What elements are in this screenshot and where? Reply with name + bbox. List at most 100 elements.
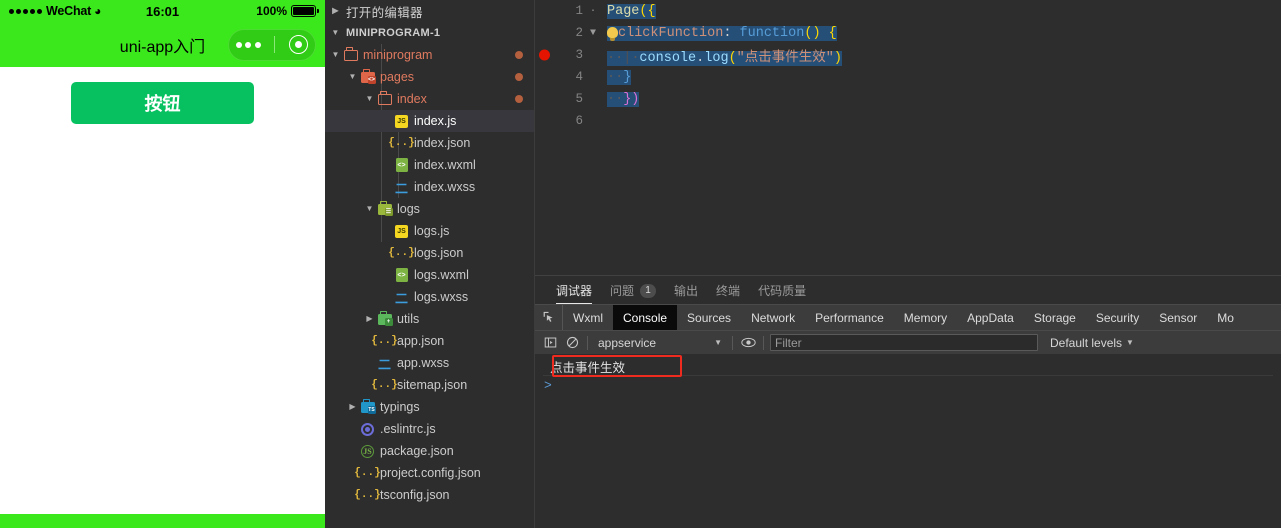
chevron-down-icon[interactable]: ▼ <box>363 205 376 213</box>
mini-program-navbar: uni-app入门 <box>0 22 325 67</box>
console-context-select[interactable]: appservice ▼ <box>592 336 728 350</box>
tree-item-index-wxss[interactable]: 二 index.wxss <box>325 176 534 198</box>
devtools-tab-wxml[interactable]: Wxml <box>563 305 613 330</box>
tree-item-logs-js[interactable]: JS logs.js <box>325 220 534 242</box>
chevron-right-icon[interactable]: ▶ <box>346 403 359 411</box>
target-circle-icon[interactable] <box>289 35 309 54</box>
project-root-section[interactable]: ▼ MINIPROGRAM-1 <box>325 22 534 44</box>
line-number: 2 <box>575 26 583 40</box>
chevron-right-icon[interactable]: ▶ <box>363 315 376 323</box>
more-dots-icon[interactable] <box>235 41 261 48</box>
carrier-info: WeChat ◕ <box>9 4 101 18</box>
page-action-button[interactable]: 按钮 <box>71 82 254 124</box>
wxss-file-icon: 二 <box>377 356 391 372</box>
devtools-tab-performance[interactable]: Performance <box>805 305 894 330</box>
console-log-levels-select[interactable]: Default levels ▼ <box>1050 336 1134 350</box>
panel-tab-label: 输出 <box>674 284 699 298</box>
panel-tab-1[interactable]: 问题 1 <box>601 282 665 304</box>
tree-item-sitemap-json[interactable]: {..} sitemap.json <box>325 374 534 396</box>
devtools-tab-storage[interactable]: Storage <box>1024 305 1086 330</box>
token-brace-open: { <box>828 25 837 41</box>
tree-item-logs-wxml[interactable]: <> logs.wxml <box>325 264 534 286</box>
modified-indicator-dot <box>515 51 523 59</box>
tree-item-index-js[interactable]: JS index.js <box>325 110 534 132</box>
folder-utils-icon: + <box>376 310 393 326</box>
tree-item-index[interactable]: ▼ index <box>325 88 534 110</box>
tree-item-label: logs <box>397 202 420 216</box>
devtools-tab-network[interactable]: Network <box>741 305 805 330</box>
chevron-down-icon[interactable]: ▼ <box>329 51 342 59</box>
line-number: 1 <box>575 4 583 18</box>
token-open-paren-brace: ({ <box>639 3 656 19</box>
wifi-icon: ◕ <box>94 4 102 18</box>
devtools-tab-sensor[interactable]: Sensor <box>1149 305 1207 330</box>
tree-item-label: index.wxss <box>414 180 476 194</box>
line-number: 5 <box>575 92 583 106</box>
tree-item-pages[interactable]: ▼ <> pages <box>325 66 534 88</box>
tree-item-index-json[interactable]: {..} index.json <box>325 132 534 154</box>
clear-console-icon[interactable] <box>561 331 583 354</box>
tree-item-typings[interactable]: ▶ TS typings <box>325 396 534 418</box>
devtools-tab-appdata[interactable]: AppData <box>957 305 1024 330</box>
chevron-right-icon[interactable]: ▶ <box>329 7 342 15</box>
open-editors-section[interactable]: ▶ 打开的编辑器 <box>325 0 534 22</box>
show-console-sidebar-icon[interactable] <box>539 331 561 354</box>
devtools-tab-mo[interactable]: Mo <box>1207 305 1244 330</box>
chevron-down-icon[interactable]: ▼ <box>329 29 342 37</box>
panel-tab-4[interactable]: 代码质量 <box>749 282 815 304</box>
tree-item-app-json[interactable]: {..} app.json <box>325 330 534 352</box>
inspect-cursor-icon[interactable] <box>535 305 563 330</box>
tree-item-app-wxss[interactable]: 二 app.wxss <box>325 352 534 374</box>
console-message: 点击事件生效 <box>543 357 1273 376</box>
tree-item-package-json[interactable]: JS package.json <box>325 440 534 462</box>
whitespace-dots: ·· <box>607 69 624 85</box>
token-console: console <box>639 50 697 66</box>
lightbulb-quickfix-icon[interactable] <box>607 26 618 41</box>
devtools-tab-console[interactable]: Console <box>613 305 678 330</box>
tree-item-utils[interactable]: ▶ + utils <box>325 308 534 330</box>
tree-item-logs-json[interactable]: {..} logs.json <box>325 242 534 264</box>
devtools-tab-sources[interactable]: Sources <box>677 305 741 330</box>
open-editors-label: 打开的编辑器 <box>346 5 423 20</box>
wxss-file-icon: 二 <box>394 290 408 306</box>
panel-tab-2[interactable]: 输出 <box>665 282 707 304</box>
chevron-down-icon[interactable]: ▼ <box>346 73 359 81</box>
live-expression-eye-icon[interactable] <box>737 331 759 354</box>
tree-item-logs[interactable]: ▼ ☰ logs <box>325 198 534 220</box>
tree-item-label: logs.wxss <box>414 290 469 304</box>
console-filter-input[interactable]: Filter <box>770 334 1038 351</box>
breakpoint-dot-icon[interactable] <box>539 49 550 61</box>
line-number: 6 <box>575 114 583 128</box>
folder-ts-icon: TS <box>359 398 376 414</box>
tree-item-index-wxml[interactable]: <> index.wxml <box>325 154 534 176</box>
toolbar-divider <box>732 335 733 350</box>
chevron-down-icon[interactable]: ▼ <box>363 95 376 103</box>
console-output[interactable]: 点击事件生效 > <box>535 354 1281 528</box>
tree-item-miniprogram[interactable]: ▼ miniprogram <box>325 44 534 66</box>
tree-item-project-config-json[interactable]: {..} project.config.json <box>325 462 534 484</box>
project-root-label: MINIPROGRAM-1 <box>346 27 441 39</box>
chevron-down-icon[interactable]: ▼ <box>714 338 722 347</box>
token-function-keyword: function <box>739 25 805 41</box>
js-file-icon: JS <box>393 224 410 238</box>
tree-item-logs-wxss[interactable]: 二 logs.wxss <box>325 286 534 308</box>
tree-item--eslintrc-js[interactable]: .eslintrc.js <box>325 418 534 440</box>
code-text: ··|·console.log("点击事件生效") <box>603 45 842 66</box>
devtools-tab-memory[interactable]: Memory <box>894 305 957 330</box>
fold-gutter[interactable]: · <box>583 6 603 17</box>
token-end: }) <box>623 91 640 107</box>
chevron-down-icon[interactable]: ▼ <box>583 28 603 39</box>
signal-dots-icon <box>9 8 42 14</box>
json-file-icon: {..} <box>354 467 381 479</box>
panel-tab-label: 终端 <box>716 284 741 298</box>
code-editor[interactable]: 1 · Page({ 2 ▼ clickFunction: function()… <box>535 0 1281 275</box>
console-prompt-arrow-icon[interactable]: > <box>535 376 1281 395</box>
panel-tab-3[interactable]: 终端 <box>707 282 749 304</box>
capsule-buttons[interactable] <box>228 28 316 61</box>
tree-item-tsconfig-json[interactable]: {..} tsconfig.json <box>325 484 534 506</box>
panel-tab-0[interactable]: 调试器 <box>547 282 601 304</box>
devtools-tab-security[interactable]: Security <box>1086 305 1149 330</box>
chevron-down-icon[interactable]: ▼ <box>1126 338 1134 347</box>
token-colon: : <box>723 25 740 41</box>
panel-tab-label: 代码质量 <box>758 284 807 298</box>
